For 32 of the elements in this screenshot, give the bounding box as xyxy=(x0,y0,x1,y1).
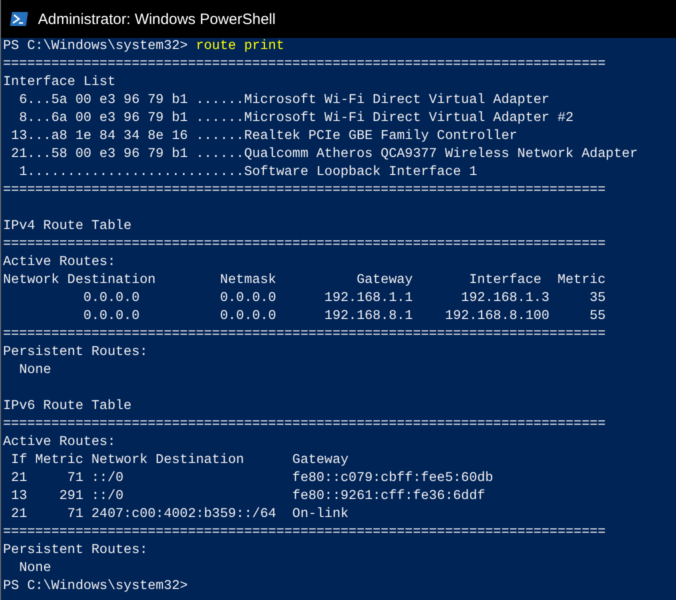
prompt-text: PS C:\Windows\system32> xyxy=(3,579,188,594)
prompt-text: PS C:\Windows\system32> xyxy=(3,39,188,54)
console-text: 0.0.0.0 0.0.0.0 192.168.1.1 192.168.1.3 35 xyxy=(82,291,606,306)
console-text: None xyxy=(18,363,52,378)
console-text: 13 291 ::/0 fe80::9261:cff:fe36:6ddf xyxy=(10,489,486,504)
console-text: Active Routes: xyxy=(3,255,116,270)
powershell-icon xyxy=(9,11,29,27)
console-text: IPv4 Route Table xyxy=(3,219,132,234)
console-text: 13...a8 1e 84 34 8e 16 ......Realtek PCIe GBE Family Controller xyxy=(10,129,518,144)
separator-text: =========================================================================== xyxy=(3,237,606,252)
console-text: Persistent Routes: xyxy=(3,345,148,360)
console-text: 0.0.0.0 0.0.0.0 192.168.8.1 192.168.8.100 55 xyxy=(82,309,606,324)
separator-text: =========================================================================== xyxy=(3,525,606,540)
separator-text: =========================================================================== xyxy=(3,417,606,432)
console-text: 21 71 ::/0 fe80::c079:cbff:fee5:60db xyxy=(10,471,494,486)
console-text: If Metric Network Destination Gateway xyxy=(10,453,349,468)
console-text: Network Destination Netmask Gateway Interface Metric xyxy=(3,273,606,288)
console-text: Active Routes: xyxy=(3,435,116,450)
console-text: 1...........................Software Loopback Interface 1 xyxy=(18,165,478,180)
window-title: Administrator: Windows PowerShell xyxy=(38,10,276,28)
console-text: 21...58 00 e3 96 79 b1 ......Qualcomm Atheros QCA9377 Wireless Network Adapter xyxy=(10,147,638,162)
console-text: 6...5a 00 e3 96 79 b1 ......Microsoft Wi-Fi Direct Virtual Adapter xyxy=(18,93,550,108)
command-text: route print xyxy=(196,39,284,54)
separator-text: =========================================================================== xyxy=(3,57,606,72)
console-text: 8...6a 00 e3 96 79 b1 ......Microsoft Wi-Fi Direct Virtual Adapter #2 xyxy=(18,111,574,126)
console-text: None xyxy=(18,561,52,576)
console-text: Interface List xyxy=(3,75,116,90)
console-text: 21 71 2407:c00:4002:b359::/64 On-link xyxy=(10,507,349,522)
separator-text: =========================================================================== xyxy=(3,327,606,342)
console-text: Persistent Routes: xyxy=(3,543,148,558)
separator-text: =========================================================================== xyxy=(3,183,606,198)
console-text: IPv6 Route Table xyxy=(3,399,132,414)
